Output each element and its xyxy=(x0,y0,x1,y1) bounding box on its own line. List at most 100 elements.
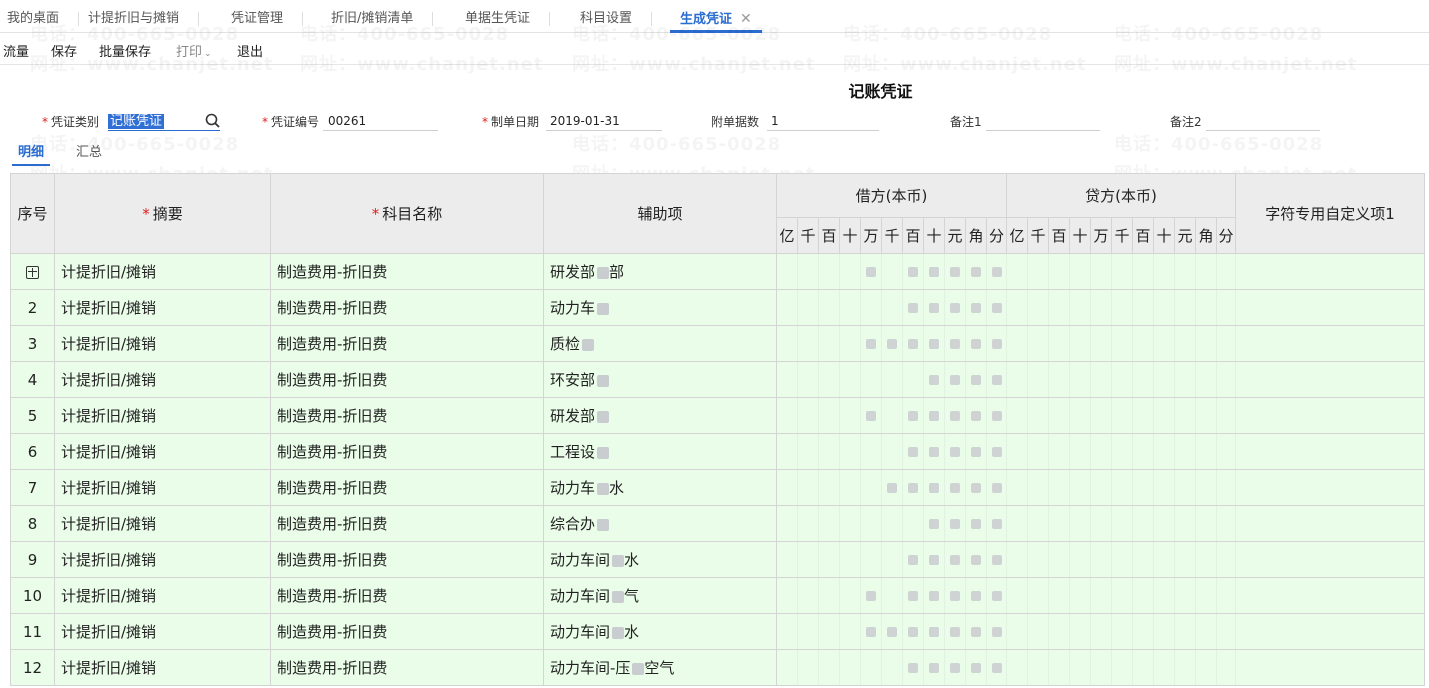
tab-detail[interactable]: 明细 xyxy=(12,141,51,166)
row-custom[interactable] xyxy=(1235,433,1426,470)
row-account[interactable]: 制造费用-折旧费 xyxy=(270,325,544,362)
debit-digit-cell[interactable] xyxy=(965,361,987,398)
debit-digit-cell[interactable] xyxy=(965,433,987,470)
credit-digit-cell[interactable] xyxy=(1048,361,1071,398)
debit-digit-cell[interactable] xyxy=(881,289,903,326)
debit-digit-cell[interactable] xyxy=(860,289,882,326)
table-row[interactable]: 5 计提折旧/摊销 制造费用-折旧费 研发部 xyxy=(10,397,1426,434)
debit-digit-cell[interactable] xyxy=(902,397,924,434)
debit-digit-cell[interactable] xyxy=(985,325,1008,362)
credit-digit-cell[interactable] xyxy=(1216,433,1237,470)
row-seq[interactable]: 5 xyxy=(10,397,55,434)
tab-voucher-management[interactable]: 凭证管理 xyxy=(231,0,304,33)
debit-digit-cell[interactable] xyxy=(902,289,924,326)
credit-digit-cell[interactable] xyxy=(1069,361,1092,398)
debit-digit-cell[interactable] xyxy=(985,361,1008,398)
debit-digit-cell[interactable] xyxy=(923,505,945,542)
tab-depreciation-list[interactable]: 折旧/摊销清单 xyxy=(331,0,434,33)
debit-digit-cell[interactable] xyxy=(860,649,882,686)
debit-digit-cell[interactable] xyxy=(985,433,1008,470)
credit-digit-cell[interactable] xyxy=(1048,325,1071,362)
credit-digit-cell[interactable] xyxy=(1111,361,1134,398)
debit-digit-cell[interactable] xyxy=(902,649,924,686)
credit-digit-cell[interactable] xyxy=(1132,649,1155,686)
date-input[interactable]: 2019-01-31 xyxy=(546,112,662,131)
debit-digit-cell[interactable] xyxy=(797,361,819,398)
debit-digit-cell[interactable] xyxy=(839,397,861,434)
table-row[interactable]: 10 计提折旧/摊销 制造费用-折旧费 动力车间气 xyxy=(10,577,1426,614)
debit-digit-cell[interactable] xyxy=(923,289,945,326)
debit-digit-cell[interactable] xyxy=(965,613,987,650)
table-row[interactable]: 8 计提折旧/摊销 制造费用-折旧费 综合办 xyxy=(10,505,1426,542)
debit-digit-cell[interactable] xyxy=(881,649,903,686)
credit-digit-cell[interactable] xyxy=(1090,469,1113,506)
row-account[interactable]: 制造费用-折旧费 xyxy=(270,613,544,650)
credit-digit-cell[interactable] xyxy=(1111,469,1134,506)
credit-digit-cell[interactable] xyxy=(1174,433,1197,470)
credit-digit-cell[interactable] xyxy=(1216,469,1237,506)
row-custom[interactable] xyxy=(1235,325,1426,362)
row-summary[interactable]: 计提折旧/摊销 xyxy=(54,505,271,542)
row-aux[interactable]: 环安部 xyxy=(543,361,777,398)
note1-input[interactable] xyxy=(986,112,1100,131)
attach-count-input[interactable]: 1 xyxy=(767,112,879,131)
debit-digit-cell[interactable] xyxy=(944,289,966,326)
credit-digit-cell[interactable] xyxy=(1216,289,1237,326)
row-summary[interactable]: 计提折旧/摊销 xyxy=(54,253,271,290)
credit-digit-cell[interactable] xyxy=(1027,361,1050,398)
credit-digit-cell[interactable] xyxy=(1006,469,1029,506)
table-row[interactable]: 6 计提折旧/摊销 制造费用-折旧费 工程设 xyxy=(10,433,1426,470)
table-row[interactable]: 11 计提折旧/摊销 制造费用-折旧费 动力车间水 xyxy=(10,613,1426,650)
debit-digit-cell[interactable] xyxy=(797,433,819,470)
credit-digit-cell[interactable] xyxy=(1006,577,1029,614)
tab-generate-voucher[interactable]: 生成凭证 ✕ xyxy=(670,0,762,33)
debit-digit-cell[interactable] xyxy=(965,289,987,326)
row-account[interactable]: 制造费用-折旧费 xyxy=(270,253,544,290)
debit-digit-cell[interactable] xyxy=(881,397,903,434)
debit-digit-cell[interactable] xyxy=(985,505,1008,542)
credit-digit-cell[interactable] xyxy=(1027,577,1050,614)
debit-digit-cell[interactable] xyxy=(944,253,966,290)
debit-digit-cell[interactable] xyxy=(839,577,861,614)
debit-digit-cell[interactable] xyxy=(881,541,903,578)
tab-account-settings[interactable]: 科目设置 xyxy=(580,0,653,33)
debit-digit-cell[interactable] xyxy=(965,325,987,362)
row-custom[interactable] xyxy=(1235,289,1426,326)
debit-digit-cell[interactable] xyxy=(776,289,798,326)
credit-digit-cell[interactable] xyxy=(1153,541,1176,578)
row-custom[interactable] xyxy=(1235,397,1426,434)
row-summary[interactable]: 计提折旧/摊销 xyxy=(54,361,271,398)
credit-digit-cell[interactable] xyxy=(1006,649,1029,686)
debit-digit-cell[interactable] xyxy=(965,397,987,434)
credit-digit-cell[interactable] xyxy=(1132,397,1155,434)
tab-my-desktop[interactable]: 我的桌面 xyxy=(7,0,80,33)
credit-digit-cell[interactable] xyxy=(1048,577,1071,614)
credit-digit-cell[interactable] xyxy=(1174,649,1197,686)
row-account[interactable]: 制造费用-折旧费 xyxy=(270,433,544,470)
debit-digit-cell[interactable] xyxy=(881,325,903,362)
debit-digit-cell[interactable] xyxy=(818,577,840,614)
credit-digit-cell[interactable] xyxy=(1027,397,1050,434)
voucher-no-input[interactable]: 00261 xyxy=(323,112,438,131)
row-summary[interactable]: 计提折旧/摊销 xyxy=(54,325,271,362)
credit-digit-cell[interactable] xyxy=(1174,613,1197,650)
credit-digit-cell[interactable] xyxy=(1153,361,1176,398)
credit-digit-cell[interactable] xyxy=(1195,577,1218,614)
row-custom[interactable] xyxy=(1235,469,1426,506)
debit-digit-cell[interactable] xyxy=(776,577,798,614)
credit-digit-cell[interactable] xyxy=(1090,577,1113,614)
row-seq[interactable]: 7 xyxy=(10,469,55,506)
debit-digit-cell[interactable] xyxy=(902,469,924,506)
row-custom[interactable] xyxy=(1235,361,1426,398)
credit-digit-cell[interactable] xyxy=(1069,253,1092,290)
debit-digit-cell[interactable] xyxy=(860,469,882,506)
debit-digit-cell[interactable] xyxy=(881,361,903,398)
credit-digit-cell[interactable] xyxy=(1216,397,1237,434)
credit-digit-cell[interactable] xyxy=(1195,325,1218,362)
debit-digit-cell[interactable] xyxy=(839,253,861,290)
row-aux[interactable]: 动力车间气 xyxy=(543,577,777,614)
credit-digit-cell[interactable] xyxy=(1132,577,1155,614)
tab-summary[interactable]: 汇总 xyxy=(76,141,102,160)
debit-digit-cell[interactable] xyxy=(944,505,966,542)
debit-digit-cell[interactable] xyxy=(797,541,819,578)
